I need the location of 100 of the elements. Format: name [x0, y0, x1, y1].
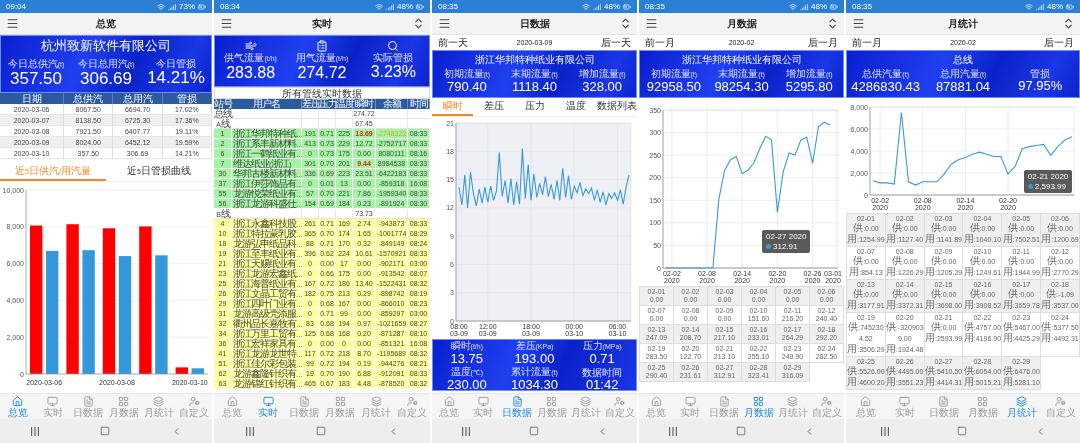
- nav-item[interactable]: 日数据: [707, 394, 742, 419]
- home-button[interactable]: [316, 426, 327, 436]
- wifi-icon: [582, 2, 590, 11]
- chart-tab[interactable]: 数据列表: [596, 98, 637, 116]
- document-icon: [718, 395, 730, 407]
- monitor-icon: [684, 395, 696, 407]
- next-button[interactable]: 后一月: [1044, 36, 1074, 49]
- legend-dot-icon: [1027, 184, 1033, 190]
- stat-value: 1118.40: [511, 79, 558, 95]
- nav-item[interactable]: 月数据: [322, 394, 358, 419]
- stat-value: 357.50: [10, 69, 62, 89]
- nav-item[interactable]: 日数据: [500, 394, 535, 419]
- nav-item[interactable]: 实时: [466, 394, 501, 419]
- tooltip-date: 02-21 2020: [1027, 172, 1069, 182]
- stat-value: 193.00: [514, 352, 555, 366]
- signal-icon: [386, 2, 394, 11]
- battery-percent: 48%: [811, 1, 827, 12]
- recent-apps-icon: [879, 426, 890, 436]
- recent-apps-icon: [244, 426, 255, 436]
- nav-item[interactable]: 总览: [214, 394, 250, 419]
- nav-item[interactable]: 月统计: [1002, 394, 1041, 419]
- nav-item[interactable]: 自定义: [602, 394, 637, 419]
- nav-item[interactable]: 月统计: [568, 394, 603, 419]
- home-button[interactable]: [100, 426, 111, 436]
- page-title: 实时: [312, 16, 332, 31]
- home-button[interactable]: [736, 426, 746, 436]
- stat-value: 1034.30: [511, 378, 558, 393]
- nav-item[interactable]: 月统计: [775, 394, 810, 419]
- recent-apps-icon: [30, 426, 41, 436]
- grid-icon: [334, 395, 346, 407]
- nav-item[interactable]: 总览: [0, 394, 36, 419]
- menu-icon: [5, 17, 19, 30]
- nav-item[interactable]: 月数据: [106, 394, 142, 419]
- nav-item[interactable]: 实时: [673, 394, 708, 419]
- nav-item[interactable]: 总览: [846, 394, 885, 419]
- wifi-icon: [1025, 2, 1033, 11]
- next-button[interactable]: 后一月: [808, 36, 838, 49]
- nav-item[interactable]: 日数据: [70, 394, 106, 419]
- previous-button[interactable]: 前一月: [852, 36, 882, 49]
- tooltip-value: 2,593.99: [1034, 182, 1066, 192]
- menu-icon: [437, 17, 451, 30]
- nav-item[interactable]: 总览: [639, 394, 674, 419]
- chart-tab[interactable]: 温度: [555, 98, 596, 116]
- chart-tab[interactable]: 差压: [473, 98, 514, 116]
- status-time: 08:35: [438, 1, 459, 12]
- previous-button[interactable]: 前一月: [645, 36, 675, 49]
- battery-icon: [198, 2, 206, 11]
- company-name: 浙江华邦特种纸业有限公司: [474, 53, 595, 66]
- nav-item[interactable]: 日数据: [286, 394, 322, 419]
- battery-percent: 48%: [397, 1, 413, 12]
- nav-item[interactable]: 实时: [250, 394, 286, 419]
- menu-icon: [644, 17, 658, 30]
- recent-apps-button[interactable]: [461, 426, 471, 436]
- layers-icon: [580, 395, 592, 407]
- recent-apps-button[interactable]: [668, 426, 678, 436]
- nav-item[interactable]: 自定义: [809, 394, 844, 419]
- stat-value: 98254.30: [714, 79, 769, 95]
- home-button[interactable]: [957, 426, 968, 436]
- company-name: 浙江华邦特种纸业有限公司: [681, 53, 802, 66]
- wifi-icon: [375, 2, 383, 11]
- chart-tab[interactable]: 瞬时: [432, 98, 473, 116]
- stat-value: 0.71: [589, 352, 615, 367]
- nav-item[interactable]: 月统计: [141, 394, 177, 419]
- document-icon: [511, 395, 523, 407]
- nav-item[interactable]: 月统计: [358, 394, 394, 419]
- magnifier-icon: [387, 40, 400, 53]
- nav-item[interactable]: 日数据: [924, 394, 963, 419]
- recent-apps-button[interactable]: [879, 426, 890, 436]
- grid-icon: [753, 395, 765, 407]
- chart-tab[interactable]: 压力: [514, 98, 555, 116]
- company-name: 总线: [953, 53, 973, 66]
- previous-button[interactable]: 前一天: [438, 36, 468, 49]
- stat-label: 管损: [1030, 67, 1051, 79]
- signal-icon: [800, 2, 808, 11]
- next-button[interactable]: 后一天: [601, 36, 631, 49]
- stat-value: 4286830.43: [851, 79, 920, 95]
- status-time: 08:35: [645, 1, 666, 12]
- home-square-icon: [957, 426, 968, 436]
- wifi-icon: [789, 2, 797, 11]
- stat-value: 3.23%: [370, 63, 416, 81]
- nav-item[interactable]: 月数据: [534, 394, 569, 419]
- nav-item[interactable]: 总览: [432, 394, 467, 419]
- home-button[interactable]: [529, 426, 539, 436]
- document-icon: [938, 395, 949, 407]
- monitor-icon: [477, 395, 489, 407]
- nav-item[interactable]: 实时: [35, 394, 71, 419]
- nav-item[interactable]: 自定义: [1041, 394, 1080, 419]
- chart-bar: [191, 368, 204, 374]
- recent-apps-button[interactable]: [244, 426, 255, 436]
- stat-value: 274.72: [297, 64, 347, 82]
- recent-apps-button[interactable]: [30, 426, 41, 436]
- nav-item[interactable]: 实时: [885, 394, 924, 419]
- nav-item[interactable]: 自定义: [394, 394, 430, 419]
- nav-item[interactable]: 月数据: [963, 394, 1002, 419]
- home-square-icon: [736, 426, 746, 436]
- battery-icon: [1066, 2, 1074, 11]
- nav-item[interactable]: 自定义: [176, 394, 212, 419]
- page-title: 总览: [96, 16, 116, 31]
- battery-icon: [416, 2, 424, 11]
- nav-item[interactable]: 月数据: [741, 394, 776, 419]
